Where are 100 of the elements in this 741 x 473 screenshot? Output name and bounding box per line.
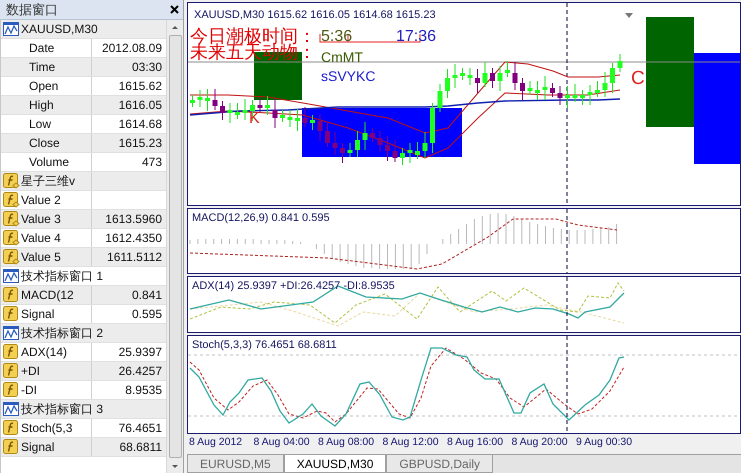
candle	[332, 132, 338, 156]
candle	[558, 86, 562, 106]
function-icon	[3, 420, 20, 436]
tide-time: 17:36	[396, 29, 436, 45]
indicator-label: ADX(14) 25.9397 +DI:26.4257 -DI:8.9535	[192, 280, 395, 292]
candle	[535, 80, 540, 100]
candle	[542, 76, 548, 100]
candle	[310, 114, 315, 130]
group-label: 技术指标窗口 1	[21, 268, 104, 284]
candle	[280, 110, 285, 122]
scrollbar[interactable]	[166, 20, 183, 473]
candle	[190, 94, 195, 108]
field-value: 68.6811	[120, 440, 162, 454]
candle	[198, 90, 202, 108]
field-value: 1615.23	[118, 136, 162, 150]
crosshair-line	[566, 276, 568, 332]
field-label: Close	[29, 136, 60, 150]
function-icon	[3, 363, 20, 379]
custom-function-icon	[3, 192, 20, 208]
candle	[498, 66, 502, 92]
candle	[468, 68, 472, 86]
field-value: 0.841	[132, 288, 162, 302]
candle	[362, 122, 368, 150]
field-label: Value 2	[21, 193, 61, 207]
function-icon	[3, 439, 20, 455]
field-value: 26.4257	[118, 364, 162, 378]
candle	[272, 98, 278, 128]
field-value: 0.595	[132, 307, 162, 321]
chart-mark: C	[631, 69, 645, 88]
field-label: ADX(14)	[21, 345, 68, 359]
close-icon[interactable]	[170, 5, 179, 14]
field-label: Volume	[29, 155, 70, 169]
time-axis-label: 8 Aug 20:00	[512, 436, 569, 450]
candle	[430, 102, 435, 154]
chart-tab[interactable]: EURUSD,M5	[187, 455, 284, 473]
chart-tab[interactable]: GBPUSD,Daily	[386, 455, 494, 473]
field-label: Signal	[21, 307, 54, 321]
time-axis-label: 8 Aug 12:00	[382, 436, 440, 450]
candle	[588, 84, 592, 106]
candle	[550, 82, 555, 98]
chart-tab[interactable]: XAUUSD,M30	[284, 455, 386, 473]
candle	[618, 54, 622, 72]
candle	[392, 140, 398, 162]
group-label: 技术指标窗口 3	[21, 400, 104, 418]
field-label: Value 4	[21, 231, 61, 245]
animal-code: sSVYKC	[321, 69, 376, 83]
chart-mark: K	[249, 111, 260, 127]
candle	[295, 108, 300, 132]
field-label: Signal	[21, 440, 54, 454]
indicator-label: MACD(12,26,9) 0.841 0.595	[192, 212, 330, 224]
candle	[258, 98, 262, 112]
candle	[490, 68, 495, 88]
candle	[415, 142, 420, 160]
panel-title: 数据窗口	[6, 0, 58, 18]
field-label: Stoch(5,3	[21, 421, 72, 435]
candle	[385, 136, 390, 162]
time-axis-label: 8 Aug 04:00	[254, 436, 311, 450]
field-label: Value 3	[21, 212, 61, 226]
candle	[408, 142, 412, 164]
field-label: Time	[29, 60, 56, 74]
field-label: Low	[29, 117, 52, 131]
field-label: 星子三维v	[21, 172, 75, 190]
candle	[595, 80, 600, 98]
candle	[475, 68, 480, 94]
field-value: 1613.5960	[105, 212, 162, 226]
field-label: Value 5	[21, 250, 61, 264]
field-label: -DI	[21, 383, 37, 397]
indicator-label: Stoch(5,3,3) 76.4651 68.6811	[192, 339, 337, 352]
field-value: 2012.08.09	[102, 41, 162, 55]
field-label: MACD(12	[21, 288, 74, 302]
field-label: High	[29, 98, 54, 112]
candle	[565, 86, 570, 108]
field-value: 8.9535	[125, 383, 162, 397]
scroll-thumb[interactable]	[168, 35, 182, 458]
candle	[520, 78, 525, 102]
candle	[355, 130, 360, 158]
field-value: 1614.68	[118, 117, 162, 131]
candle	[572, 84, 578, 102]
chart-window-icon	[3, 402, 19, 416]
field-label: Date	[29, 41, 54, 55]
candle	[325, 122, 330, 148]
candle	[460, 68, 465, 80]
candle	[505, 60, 510, 78]
chart-window-icon	[3, 22, 19, 36]
field-value: 1612.4350	[105, 231, 162, 245]
candle	[610, 62, 615, 94]
candle	[378, 130, 382, 152]
custom-function-icon	[3, 230, 20, 246]
time-axis-label: 8 Aug 2012	[189, 436, 244, 450]
function-icon	[3, 382, 20, 398]
candle	[482, 62, 488, 88]
candle	[220, 100, 225, 120]
candle	[340, 142, 345, 164]
candle	[422, 132, 428, 158]
candle	[452, 64, 458, 88]
field-value: 1611.5112	[107, 250, 162, 264]
field-label: +DI	[21, 364, 40, 378]
field-value: 76.4651	[118, 421, 162, 435]
candle	[370, 128, 375, 142]
crosshair-line	[566, 209, 568, 273]
